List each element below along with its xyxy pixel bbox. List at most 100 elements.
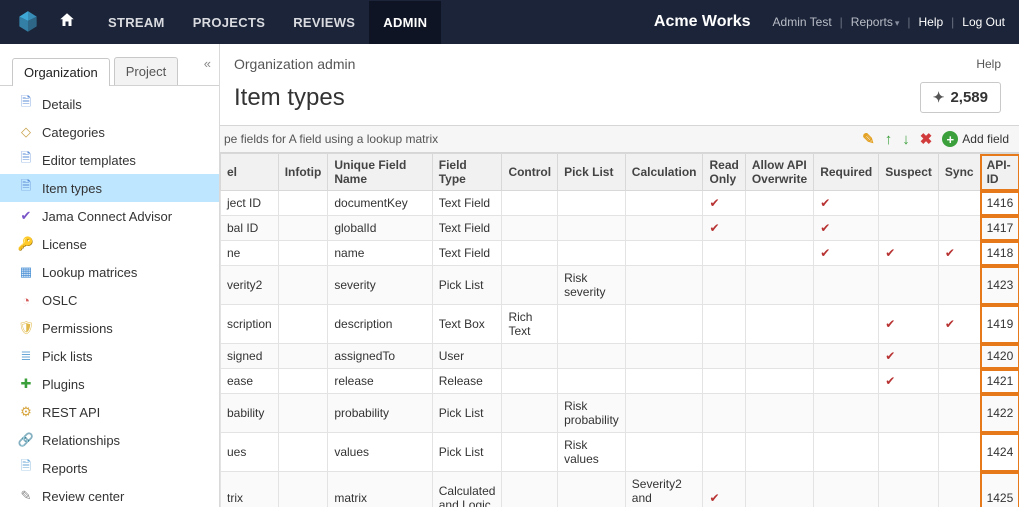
check-icon: ✔ [885, 246, 895, 260]
move-up-icon[interactable]: ↑ [885, 131, 893, 148]
cell-control [502, 472, 558, 507]
help-link-top[interactable]: Help [918, 15, 943, 29]
table-row[interactable]: uesvaluesPick ListRisk values1424 [221, 433, 1019, 472]
sidebar-item-review-center[interactable]: ✎Review center [0, 482, 219, 507]
cell-api-id: 1417 [980, 216, 1019, 241]
cell-unique-name: name [328, 241, 432, 266]
chevron-down-icon: ▾ [895, 18, 900, 28]
cell-api-id: 1424 [980, 433, 1019, 472]
tab-project[interactable]: Project [114, 57, 178, 85]
sidebar-item-plugins[interactable]: ✚Plugins [0, 370, 219, 398]
col-api-id[interactable]: API-ID [980, 154, 1019, 191]
cell-sync [938, 216, 980, 241]
permissions-icon: 🛡 [18, 320, 34, 336]
cell-infotip [278, 369, 328, 394]
nav-item-stream[interactable]: STREAM [94, 1, 179, 44]
sidebar-item-editor-templates[interactable]: 🗎Editor templates [0, 146, 219, 174]
cell-field-type: Release [432, 369, 502, 394]
cell-api-id: 1425 [980, 472, 1019, 507]
move-down-icon[interactable]: ↓ [902, 131, 910, 148]
home-icon[interactable] [58, 11, 76, 34]
sidebar-item-rest-api[interactable]: ⚙REST API [0, 398, 219, 426]
table-row[interactable]: trixmatrixCalculated and LogicSeverity2 … [221, 472, 1019, 507]
cell-read-only [703, 433, 745, 472]
cell-label: verity2 [221, 266, 279, 305]
table-row[interactable]: ject IDdocumentKeyText Field✔✔1416 [221, 191, 1019, 216]
cell-calculation [625, 266, 703, 305]
pick-lists-icon: ≣ [18, 348, 34, 364]
col-sync[interactable]: Sync [938, 154, 980, 191]
cell-suspect: ✔ [879, 305, 939, 344]
count-badge[interactable]: ✦ 2,589 [920, 82, 1001, 113]
cell-unique-name: description [328, 305, 432, 344]
sidebar-item-relationships[interactable]: 🔗Relationships [0, 426, 219, 454]
cell-required [814, 369, 879, 394]
cell-required: ✔ [814, 241, 879, 266]
table-row[interactable]: bal IDglobalIdText Field✔✔1417 [221, 216, 1019, 241]
user-link[interactable]: Admin Test [773, 15, 832, 29]
cell-sync: ✔ [938, 305, 980, 344]
sidebar-item-details[interactable]: 🗎Details [0, 90, 219, 118]
col-pick-list[interactable]: Pick List [558, 154, 626, 191]
col-read-only[interactable]: Read Only [703, 154, 745, 191]
cell-unique-name: release [328, 369, 432, 394]
cell-control [502, 266, 558, 305]
cell-control [502, 394, 558, 433]
col-field-type[interactable]: Field Type [432, 154, 502, 191]
cell-field-type: Text Field [432, 241, 502, 266]
delete-icon[interactable]: ✖ [920, 130, 933, 148]
sidebar-item-item-types[interactable]: 🗎Item types [0, 174, 219, 202]
logout-link[interactable]: Log Out [962, 15, 1005, 29]
cell-unique-name: assignedTo [328, 344, 432, 369]
cell-required [814, 266, 879, 305]
col-allow-api[interactable]: Allow API Overwrite [745, 154, 813, 191]
cell-calculation [625, 394, 703, 433]
add-field-button[interactable]: + Add field [942, 131, 1009, 147]
nav-item-admin[interactable]: ADMIN [369, 1, 441, 44]
table-scroll[interactable]: el Infotip Unique Field Name Field Type … [220, 153, 1019, 507]
edit-icon[interactable]: ✎ [862, 130, 875, 148]
table-row[interactable]: nenameText Field✔✔✔1418 [221, 241, 1019, 266]
sidebar-item-pick-lists[interactable]: ≣Pick lists [0, 342, 219, 370]
cell-suspect [879, 216, 939, 241]
reports-link[interactable]: Reports▾ [851, 15, 900, 29]
table-row[interactable]: verity2severityPick ListRisk severity142… [221, 266, 1019, 305]
table-row[interactable]: scriptiondescriptionText BoxRich Text✔✔1… [221, 305, 1019, 344]
collapse-sidebar-icon[interactable]: « [204, 56, 211, 71]
col-unique-name[interactable]: Unique Field Name [328, 154, 432, 191]
main-area: Organization admin Help Item types ✦ 2,5… [220, 44, 1019, 507]
sidebar-item-categories[interactable]: ◇Categories [0, 118, 219, 146]
col-control[interactable]: Control [502, 154, 558, 191]
cell-sync [938, 191, 980, 216]
sidebar-item-reports[interactable]: 🗎Reports [0, 454, 219, 482]
cell-unique-name: documentKey [328, 191, 432, 216]
sidebar-item-oslc[interactable]: ◔OSLC [0, 286, 219, 314]
cell-infotip [278, 344, 328, 369]
cell-pick-list: Risk probability [558, 394, 626, 433]
cell-sync: ✔ [938, 241, 980, 266]
cell-read-only [703, 266, 745, 305]
nav-item-reviews[interactable]: REVIEWS [279, 1, 369, 44]
table-row[interactable]: signedassignedToUser✔1420 [221, 344, 1019, 369]
cell-sync [938, 344, 980, 369]
sidebar-item-license[interactable]: 🔑License [0, 230, 219, 258]
col-infotip[interactable]: Infotip [278, 154, 328, 191]
tab-organization[interactable]: Organization [12, 58, 110, 86]
col-required[interactable]: Required [814, 154, 879, 191]
sidebar-item-jama-connect-advisor[interactable]: ✔Jama Connect Advisor [0, 202, 219, 230]
cell-read-only: ✔ [703, 472, 745, 507]
table-row[interactable]: babilityprobabilityPick ListRisk probabi… [221, 394, 1019, 433]
table-toolbar: pe fields for A field using a lookup mat… [220, 125, 1019, 153]
col-calculation[interactable]: Calculation [625, 154, 703, 191]
col-suspect[interactable]: Suspect [879, 154, 939, 191]
sidebar-item-lookup-matrices[interactable]: ▦Lookup matrices [0, 258, 219, 286]
cell-pick-list: Risk severity [558, 266, 626, 305]
cell-calculation [625, 216, 703, 241]
table-row[interactable]: easereleaseRelease✔1421 [221, 369, 1019, 394]
cell-allow-api [745, 433, 813, 472]
cell-infotip [278, 472, 328, 507]
col-label[interactable]: el [221, 154, 279, 191]
nav-item-projects[interactable]: PROJECTS [179, 1, 279, 44]
help-link[interactable]: Help [976, 57, 1001, 71]
sidebar-item-permissions[interactable]: 🛡Permissions [0, 314, 219, 342]
